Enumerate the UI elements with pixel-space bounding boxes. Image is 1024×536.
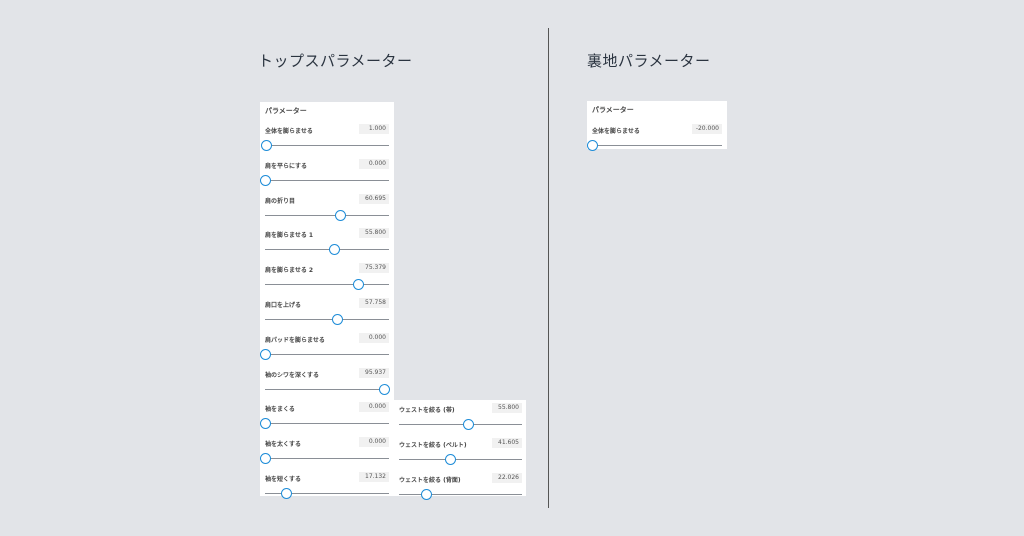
lining-parameter-panel: パラメーター 全体を膨らませる -20.000 bbox=[587, 101, 727, 151]
tops-param-0: 全体を膨らませる 1.000 bbox=[260, 124, 391, 154]
waist-param-0: ウェストを絞る (帯) 55.800 bbox=[394, 403, 524, 433]
section-divider bbox=[548, 28, 549, 508]
param-value-field[interactable]: 95.937 bbox=[359, 367, 389, 378]
slider-track[interactable] bbox=[265, 388, 389, 390]
tops-parameter-panel: パラメーター 全体を膨らませる 1.000 肩を平らにする 0.000 肩の折り目 60.… bbox=[260, 102, 394, 499]
slider-thumb[interactable] bbox=[462, 419, 474, 430]
param-value-field[interactable]: 0.000 bbox=[359, 437, 389, 448]
tops-param-5: 肩口を上げる 57.758 bbox=[260, 298, 391, 328]
slider-thumb[interactable] bbox=[281, 488, 293, 499]
tops-param-2: 肩の折り目 60.695 bbox=[260, 193, 391, 224]
slider-thumb[interactable] bbox=[587, 140, 598, 151]
slider-track[interactable] bbox=[265, 179, 389, 181]
param-slider[interactable] bbox=[260, 348, 389, 361]
slider-thumb[interactable] bbox=[329, 244, 341, 256]
param-label: ウェストを絞る (背面) bbox=[399, 476, 461, 484]
param-slider[interactable] bbox=[399, 488, 522, 501]
slider-thumb[interactable] bbox=[261, 140, 273, 151]
slider-thumb[interactable] bbox=[353, 279, 365, 291]
tops-param-10: 袖を短くする 17.132 bbox=[260, 472, 391, 502]
param-slider[interactable] bbox=[260, 453, 389, 465]
param-label: 袖を短くする bbox=[265, 476, 302, 483]
slider-track[interactable] bbox=[399, 424, 522, 425]
slider-thumb[interactable] bbox=[260, 348, 271, 360]
param-value-field[interactable]: 0.000 bbox=[359, 402, 389, 413]
param-slider[interactable] bbox=[265, 244, 389, 256]
slider-thumb[interactable] bbox=[378, 383, 390, 395]
param-label: 袖を太くする bbox=[265, 441, 302, 449]
param-value-field[interactable]: -20.000 bbox=[692, 124, 722, 134]
tops-param-1: 肩を平らにする 0.000 bbox=[260, 158, 391, 189]
param-label: 肩を膨らませる 2 bbox=[265, 267, 314, 275]
param-label: 袖をまくる bbox=[265, 406, 295, 414]
param-slider[interactable] bbox=[399, 453, 522, 466]
param-label: ウェストを絞る (帯) bbox=[399, 407, 455, 414]
param-label: 肩を膨らませる 1 bbox=[265, 232, 314, 240]
param-value-field[interactable]: 41.605 bbox=[492, 437, 522, 448]
waist-parameter-panel: ウェストを絞る (帯) 55.800 ウェストを絞る (ベルト) 41.605 ウェスト… bbox=[394, 400, 526, 500]
slider-thumb[interactable] bbox=[331, 314, 343, 325]
slider-track[interactable] bbox=[265, 353, 389, 355]
waist-param-1: ウェストを絞る (ベルト) 41.605 bbox=[394, 437, 524, 468]
param-value-field[interactable]: 0.000 bbox=[359, 332, 389, 343]
slider-track[interactable] bbox=[399, 493, 522, 495]
param-slider[interactable] bbox=[260, 418, 389, 430]
slider-track[interactable] bbox=[265, 319, 389, 320]
tops-param-9: 袖を太くする 0.000 bbox=[260, 437, 391, 467]
param-label: 肩を平らにする bbox=[265, 162, 308, 170]
slider-thumb[interactable] bbox=[260, 418, 271, 430]
param-value-field[interactable]: 55.800 bbox=[359, 228, 389, 239]
param-label: 全体を膨らませる bbox=[592, 128, 640, 135]
slider-track[interactable] bbox=[265, 214, 389, 216]
param-label: 全体を膨らませる bbox=[265, 128, 313, 135]
param-slider[interactable] bbox=[265, 314, 389, 326]
param-label: 肩パッドを膨らませる bbox=[265, 336, 325, 344]
tops-param-4: 肩を膨らませる 2 75.379 bbox=[260, 263, 391, 293]
param-label: 袖のシワを深くする bbox=[265, 371, 320, 379]
slider-track[interactable] bbox=[265, 458, 389, 460]
tops-param-8: 袖をまくる 0.000 bbox=[260, 402, 391, 432]
slider-thumb[interactable] bbox=[335, 209, 347, 221]
param-value-field[interactable]: 17.132 bbox=[359, 472, 389, 482]
slider-thumb[interactable] bbox=[421, 488, 433, 500]
param-slider[interactable] bbox=[265, 383, 390, 396]
param-slider[interactable] bbox=[265, 488, 389, 500]
slider-thumb[interactable] bbox=[260, 174, 271, 186]
tops-param-7: 袖のシワを深くする 95.937 bbox=[260, 367, 391, 398]
param-value-field[interactable]: 1.000 bbox=[359, 124, 389, 134]
param-label: 肩の折り目 bbox=[265, 197, 296, 205]
param-slider[interactable] bbox=[587, 140, 722, 152]
tops-parameters-heading: トップスパラメーター bbox=[258, 52, 413, 70]
panel-title: パラメーター bbox=[265, 107, 307, 115]
slider-track[interactable] bbox=[265, 249, 389, 251]
param-label: 肩口を上げる bbox=[265, 302, 302, 309]
param-slider[interactable] bbox=[265, 209, 389, 222]
slider-thumb[interactable] bbox=[445, 453, 457, 465]
lining-parameters-heading: 裏地パラメーター bbox=[587, 52, 711, 70]
param-value-field[interactable]: 57.758 bbox=[359, 298, 389, 308]
param-value-field[interactable]: 55.800 bbox=[492, 403, 522, 413]
slider-track[interactable] bbox=[592, 145, 722, 146]
lining-param-0: 全体を膨らませる -20.000 bbox=[587, 124, 724, 154]
param-slider[interactable] bbox=[260, 174, 389, 187]
param-value-field[interactable]: 60.695 bbox=[359, 193, 389, 204]
param-slider[interactable] bbox=[265, 279, 389, 291]
panel-title: パラメーター bbox=[592, 106, 634, 114]
param-value-field[interactable]: 0.000 bbox=[359, 158, 389, 169]
slider-track[interactable] bbox=[399, 458, 522, 460]
param-slider[interactable] bbox=[261, 140, 389, 152]
tops-param-6: 肩パッドを膨らませる 0.000 bbox=[260, 332, 391, 363]
tops-param-3: 肩を膨らませる 1 55.800 bbox=[260, 228, 391, 258]
param-value-field[interactable]: 22.026 bbox=[492, 472, 522, 483]
param-value-field[interactable]: 75.379 bbox=[359, 263, 389, 274]
slider-thumb[interactable] bbox=[260, 453, 271, 465]
param-label: ウェストを絞る (ベルト) bbox=[399, 441, 467, 449]
waist-param-2: ウェストを絞る (背面) 22.026 bbox=[394, 472, 524, 503]
slider-track[interactable] bbox=[265, 284, 389, 286]
slider-track[interactable] bbox=[265, 145, 389, 146]
slider-track[interactable] bbox=[265, 423, 389, 425]
param-slider[interactable] bbox=[399, 419, 522, 431]
